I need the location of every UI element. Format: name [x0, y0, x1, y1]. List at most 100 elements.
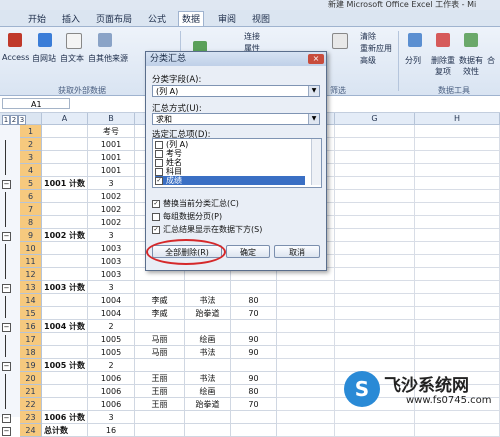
- empty-cell[interactable]: [415, 307, 500, 320]
- cell-a[interactable]: [42, 242, 88, 255]
- from-text-button[interactable]: 自文本: [60, 53, 84, 64]
- cell-e[interactable]: [231, 281, 277, 294]
- cell-d[interactable]: [185, 411, 231, 424]
- empty-cell[interactable]: [415, 190, 500, 203]
- cell-b[interactable]: 3: [88, 229, 135, 242]
- tab-review[interactable]: 审阅: [218, 12, 236, 25]
- empty-cell[interactable]: [277, 307, 335, 320]
- summary-item[interactable]: 考号: [155, 149, 305, 158]
- consolidate-button[interactable]: 合: [487, 55, 495, 66]
- cell-d[interactable]: 绘画: [185, 333, 231, 346]
- row-header[interactable]: 13: [20, 281, 42, 294]
- name-box[interactable]: A1: [2, 98, 70, 109]
- cell-c[interactable]: 李威: [135, 294, 185, 307]
- cell-a[interactable]: [42, 190, 88, 203]
- cell-a[interactable]: [42, 255, 88, 268]
- cell-b[interactable]: 3: [88, 281, 135, 294]
- empty-cell[interactable]: [335, 151, 415, 164]
- cell-e[interactable]: 90: [231, 346, 277, 359]
- outline-level-3-button[interactable]: 3: [18, 115, 26, 125]
- cell-d[interactable]: [185, 320, 231, 333]
- reapply-button[interactable]: 重新应用: [360, 43, 392, 54]
- cell-a[interactable]: 1005 计数: [42, 359, 88, 372]
- option-checkbox[interactable]: 每组数据分页(P): [152, 211, 222, 222]
- empty-cell[interactable]: [277, 333, 335, 346]
- checkbox[interactable]: [155, 158, 163, 167]
- empty-cell[interactable]: [415, 164, 500, 177]
- cell-a[interactable]: [42, 151, 88, 164]
- empty-cell[interactable]: [335, 229, 415, 242]
- cell-a[interactable]: [42, 216, 88, 229]
- cell-e[interactable]: [231, 359, 277, 372]
- row-header[interactable]: 21: [20, 385, 42, 398]
- empty-cell[interactable]: [415, 125, 500, 138]
- option-checkbox[interactable]: ✓ 汇总结果显示在数据下方(S): [152, 224, 262, 235]
- remove-duplicates-button[interactable]: 删除重复项: [430, 55, 456, 77]
- cell-d[interactable]: 跆拳道: [185, 398, 231, 411]
- cell-b[interactable]: 1001: [88, 164, 135, 177]
- cell-b[interactable]: 1003: [88, 255, 135, 268]
- column-header-a[interactable]: A: [42, 113, 88, 125]
- cell-e[interactable]: 70: [231, 307, 277, 320]
- cell-b[interactable]: 3: [88, 177, 135, 190]
- checkbox[interactable]: [155, 167, 163, 176]
- row-header[interactable]: 18: [20, 346, 42, 359]
- empty-cell[interactable]: [335, 190, 415, 203]
- empty-cell[interactable]: [335, 268, 415, 281]
- row-header[interactable]: 1: [20, 125, 42, 138]
- tab-data[interactable]: 数据: [178, 11, 205, 26]
- collapse-group-button[interactable]: −: [2, 362, 11, 371]
- empty-cell[interactable]: [335, 333, 415, 346]
- row-header[interactable]: 10: [20, 242, 42, 255]
- row-header[interactable]: 16: [20, 320, 42, 333]
- cell-d[interactable]: 书法: [185, 294, 231, 307]
- empty-cell[interactable]: [335, 203, 415, 216]
- cell-a[interactable]: [42, 372, 88, 385]
- column-header-g[interactable]: G: [335, 113, 415, 125]
- empty-cell[interactable]: [415, 346, 500, 359]
- empty-cell[interactable]: [415, 320, 500, 333]
- cell-b[interactable]: 1005: [88, 346, 135, 359]
- cell-c[interactable]: [135, 359, 185, 372]
- cell-b[interactable]: 考号: [88, 125, 135, 138]
- cell-c[interactable]: [135, 424, 185, 437]
- summary-item[interactable]: 科目: [155, 167, 305, 176]
- empty-cell[interactable]: [335, 346, 415, 359]
- empty-cell[interactable]: [335, 164, 415, 177]
- cell-a[interactable]: [42, 346, 88, 359]
- other-sources-button[interactable]: 自其他来源: [88, 53, 128, 64]
- cell-a[interactable]: [42, 125, 88, 138]
- empty-cell[interactable]: [277, 359, 335, 372]
- summary-item[interactable]: 姓名: [155, 158, 305, 167]
- cell-b[interactable]: 1002: [88, 203, 135, 216]
- cell-e[interactable]: 70: [231, 398, 277, 411]
- row-header[interactable]: 17: [20, 333, 42, 346]
- row-header[interactable]: 24: [20, 424, 42, 437]
- cell-a[interactable]: 1002 计数: [42, 229, 88, 242]
- cell-a[interactable]: [42, 203, 88, 216]
- collapse-group-button[interactable]: −: [2, 232, 11, 241]
- cell-e[interactable]: [231, 424, 277, 437]
- cell-b[interactable]: 1003: [88, 242, 135, 255]
- ok-button[interactable]: 确定: [226, 245, 270, 258]
- row-header[interactable]: 11: [20, 255, 42, 268]
- cell-b[interactable]: 1001: [88, 138, 135, 151]
- option-checkbox[interactable]: ✓ 替换当前分类汇总(C): [152, 198, 239, 209]
- cell-b[interactable]: 1002: [88, 216, 135, 229]
- cell-e[interactable]: 80: [231, 294, 277, 307]
- row-header[interactable]: 9: [20, 229, 42, 242]
- row-header[interactable]: 14: [20, 294, 42, 307]
- empty-cell[interactable]: [415, 138, 500, 151]
- cell-b[interactable]: 1002: [88, 190, 135, 203]
- tab-view[interactable]: 视图: [252, 12, 270, 25]
- cell-b[interactable]: 16: [88, 424, 135, 437]
- tab-page-layout[interactable]: 页面布局: [96, 12, 132, 25]
- group-field-select[interactable]: (列 A) ▼: [152, 85, 320, 97]
- checkbox[interactable]: [155, 149, 163, 158]
- method-select[interactable]: 求和 ▼: [152, 113, 320, 125]
- empty-cell[interactable]: [415, 151, 500, 164]
- cell-b[interactable]: 1001: [88, 151, 135, 164]
- empty-cell[interactable]: [415, 216, 500, 229]
- column-header-h[interactable]: H: [415, 113, 500, 125]
- advanced-button[interactable]: 高级: [360, 55, 376, 66]
